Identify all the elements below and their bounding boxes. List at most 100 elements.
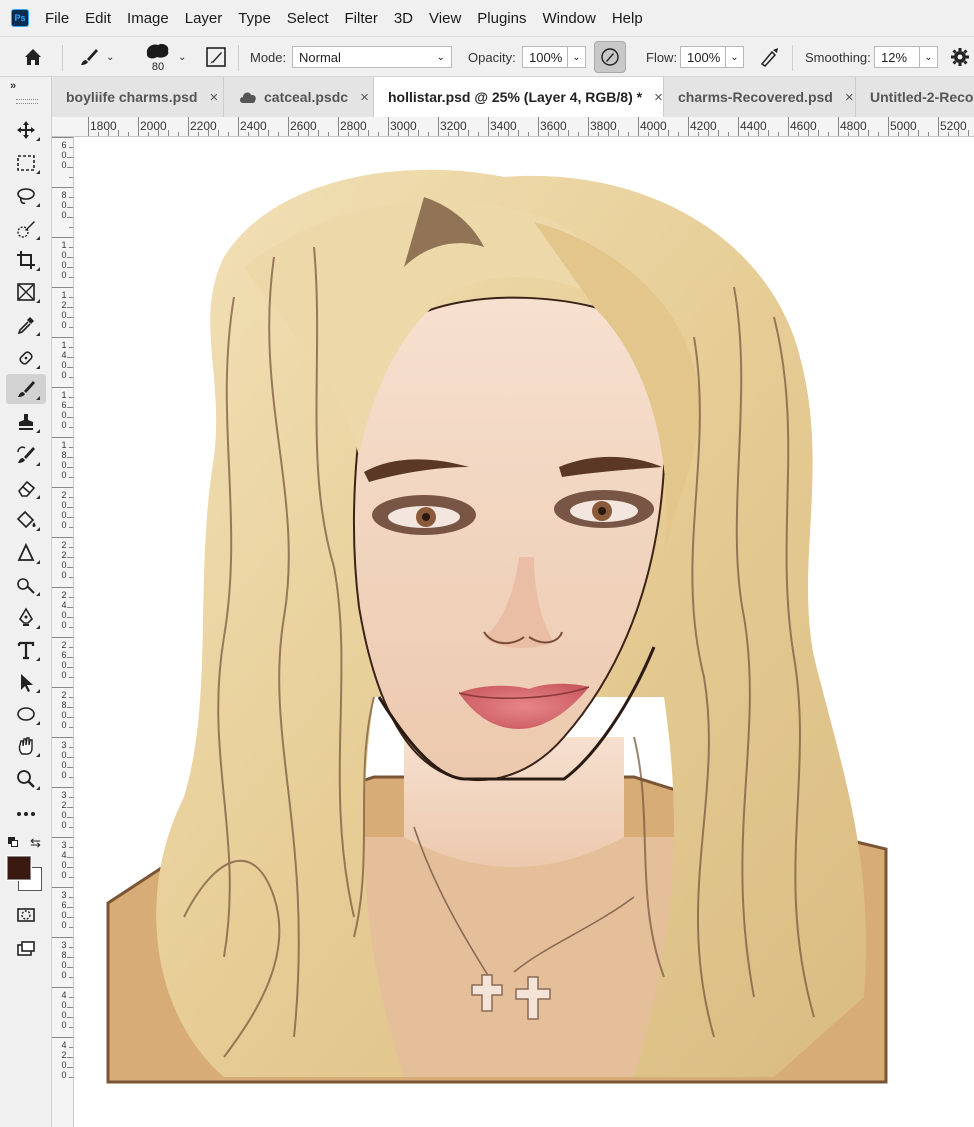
foreground-color-swatch[interactable] — [6, 855, 32, 881]
brush-size-picker[interactable]: 80 — [144, 37, 172, 77]
document-tab[interactable]: catceal.psdc × — [224, 77, 374, 117]
move-tool-icon[interactable] — [6, 115, 46, 145]
ruler-minor-tick — [67, 517, 73, 518]
zoom-tool-icon[interactable] — [6, 764, 46, 794]
blend-mode-select[interactable]: Normal ⌄ — [292, 46, 452, 68]
smoothing-settings-gear-icon[interactable] — [950, 37, 970, 77]
type-tool-icon[interactable] — [6, 635, 46, 665]
ruler-minor-tick — [67, 207, 73, 208]
ruler-major-tick — [52, 487, 73, 488]
tab-close-icon[interactable]: × — [209, 89, 218, 106]
brush-settings-panel-icon[interactable] — [204, 37, 228, 77]
ruler-minor-tick — [608, 130, 609, 136]
pressure-opacity-toggle[interactable] — [594, 41, 626, 73]
history-brush-tool-icon[interactable] — [6, 440, 46, 470]
ruler-minor-tick — [898, 132, 899, 136]
eraser-tool-icon[interactable] — [6, 473, 46, 503]
vertical-ruler[interactable]: 600 800 1000 1200 1400 1600 1800 2000 2200 2400 26… — [52, 137, 74, 1127]
quick-select-tool-icon[interactable] — [6, 214, 46, 244]
ruler-minor-tick — [348, 132, 349, 136]
screen-mode-icon[interactable] — [6, 934, 46, 964]
document-tab[interactable]: boyliife charms.psd × — [52, 77, 224, 117]
ruler-major-tick — [538, 117, 539, 136]
ruler-minor-tick — [678, 132, 679, 136]
tab-close-icon[interactable]: × — [654, 89, 663, 106]
ruler-minor-tick — [69, 297, 73, 298]
ruler-minor-tick — [428, 132, 429, 136]
menu-file[interactable]: File — [37, 10, 77, 27]
smoothing-dropdown-button[interactable]: ⌄ — [920, 46, 938, 68]
photoshop-logo-icon[interactable]: Ps — [11, 9, 29, 27]
opacity-input[interactable]: 100% — [522, 46, 568, 68]
panel-grip-icon[interactable] — [16, 99, 38, 104]
menu-type[interactable]: Type — [230, 10, 279, 27]
path-select-tool-icon[interactable] — [6, 667, 46, 697]
marquee-tool-icon[interactable] — [6, 148, 46, 178]
ruler-minor-tick — [67, 357, 73, 358]
smoothing-input[interactable]: 12% — [874, 46, 920, 68]
healing-tool-icon[interactable] — [6, 343, 46, 373]
blur-tool-icon[interactable] — [6, 538, 46, 568]
ruler-minor-tick — [298, 132, 299, 136]
ruler-minor-tick — [69, 377, 73, 378]
ruler-minor-tick — [69, 397, 73, 398]
document-tab[interactable]: Untitled-2-Recov — [856, 77, 974, 117]
menu-edit[interactable]: Edit — [77, 10, 119, 27]
ruler-minor-tick — [318, 130, 319, 136]
airbrush-icon[interactable] — [758, 37, 782, 77]
opacity-dropdown-button[interactable]: ⌄ — [568, 46, 586, 68]
flow-dropdown-button[interactable]: ⌄ — [726, 46, 744, 68]
ruler-minor-tick — [728, 132, 729, 136]
paint-bucket-tool-icon[interactable] — [6, 505, 46, 535]
menu-bar: Ps File Edit Image Layer Type Select Filter 3D V… — [0, 0, 974, 36]
ruler-minor-tick — [208, 130, 209, 136]
menu-plugins[interactable]: Plugins — [469, 10, 534, 27]
brush-tool-icon[interactable] — [6, 374, 46, 404]
menu-3d[interactable]: 3D — [386, 10, 421, 27]
lasso-tool-icon[interactable] — [6, 181, 46, 211]
document-tab[interactable]: charms-Recovered.psd × — [664, 77, 856, 117]
ruler-minor-tick — [67, 707, 73, 708]
menu-view[interactable]: View — [421, 10, 469, 27]
flow-input[interactable]: 100% — [680, 46, 726, 68]
ruler-major-tick — [338, 117, 339, 136]
menu-image[interactable]: Image — [119, 10, 177, 27]
menu-layer[interactable]: Layer — [177, 10, 231, 27]
ruler-label: 3600 — [61, 890, 67, 930]
document-canvas[interactable] — [74, 137, 974, 1127]
quick-mask-icon[interactable] — [6, 900, 46, 930]
chevron-down-icon[interactable]: ⌄ — [106, 52, 114, 63]
ruler-label: 1800 — [90, 119, 117, 133]
ruler-minor-tick — [148, 132, 149, 136]
menu-filter[interactable]: Filter — [337, 10, 386, 27]
ruler-minor-tick — [69, 777, 73, 778]
chevron-down-icon[interactable]: ⌄ — [178, 52, 186, 63]
crop-tool-icon[interactable] — [6, 245, 46, 275]
swap-colors-icon[interactable]: ⇆ — [30, 835, 41, 851]
eyedropper-tool-icon[interactable] — [6, 310, 46, 340]
collapse-panel-icon[interactable]: » — [10, 80, 16, 92]
dodge-tool-icon[interactable] — [6, 570, 46, 600]
ruler-minor-tick — [67, 217, 73, 218]
brush-tool-preset-icon[interactable]: ⌄ — [78, 37, 114, 77]
ruler-minor-tick — [308, 130, 309, 136]
ruler-minor-tick — [648, 132, 649, 136]
ellipse-tool-icon[interactable] — [6, 699, 46, 729]
menu-select[interactable]: Select — [279, 10, 337, 27]
more-tool-icon[interactable] — [6, 799, 46, 829]
clone-stamp-tool-icon[interactable] — [6, 407, 46, 437]
ruler-major-tick — [488, 117, 489, 136]
tab-close-icon[interactable]: × — [360, 89, 369, 106]
default-colors-icon[interactable] — [8, 837, 18, 847]
portrait-painting — [106, 169, 888, 1084]
menu-window[interactable]: Window — [534, 10, 603, 27]
ruler-minor-tick — [858, 130, 859, 136]
document-tab[interactable]: hollistar.psd @ 25% (Layer 4, RGB/8) * × — [374, 77, 664, 117]
hand-tool-icon[interactable] — [6, 731, 46, 761]
home-icon[interactable] — [22, 37, 44, 77]
pen-tool-icon[interactable] — [6, 603, 46, 633]
menu-help[interactable]: Help — [604, 10, 651, 27]
horizontal-ruler[interactable]: 1800 2000 2200 2400 2600 2800 3000 3200 3400 3600… — [52, 117, 974, 137]
tab-close-icon[interactable]: × — [845, 89, 854, 106]
frame-tool-icon[interactable] — [6, 277, 46, 307]
